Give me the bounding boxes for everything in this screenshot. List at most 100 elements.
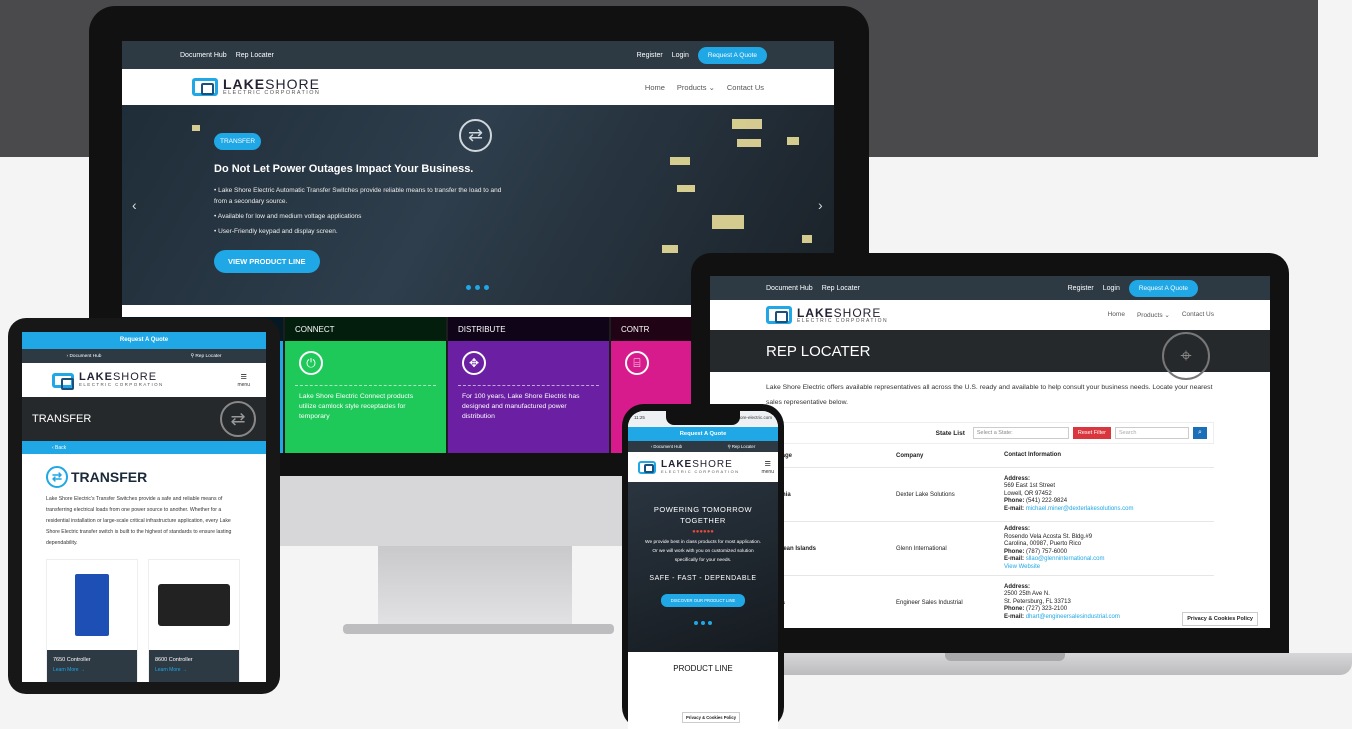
login-link[interactable]: Login [1103,285,1120,292]
prev-slide-icon[interactable]: ‹ [132,197,137,213]
product-image [47,560,137,650]
brand-logo[interactable]: LAKESHORE ELECTRIC CORPORATION [192,77,320,97]
rep-locater-link[interactable]: ⚲ Rep Locater [728,444,756,450]
view-product-line-button[interactable]: VIEW PRODUCT LINE [214,250,320,273]
discover-product-line-button[interactable]: DISCOVER OUR PRODUCT LINE [660,594,746,607]
tile-distribute[interactable]: DISTRIBUTE ✥ For 100 years, Lake Shore E… [448,317,609,453]
brand-logo[interactable]: LAKESHORE ELECTRIC CORPORATION [766,306,888,324]
product-name: 7650 Controller [53,657,91,663]
tablet-topbar: › Document Hub ⚲ Rep Locater [22,349,266,363]
search-input[interactable]: Search [1115,427,1189,439]
desktop-navbar: LAKESHORE ELECTRIC CORPORATION Home Prod… [122,69,834,105]
next-slide-icon[interactable]: › [818,197,823,213]
rep-table: erage Company Contact Information ornia … [766,444,1214,628]
search-icon[interactable]: ⌕ [1193,427,1207,439]
document-hub-link[interactable]: › Document Hub [651,444,682,449]
rating-dots: ●●●●●● [692,529,714,535]
filter-bar: State List Select a State: Reset Filter … [766,422,1214,444]
register-link[interactable]: Register [637,52,663,59]
logo-mark-icon [192,78,218,96]
slider-dots[interactable] [466,285,489,290]
request-quote-button[interactable]: Request A Quote [628,427,778,441]
section-description: Lake Shore Electric's Transfer Switches … [46,496,232,546]
tile-heading: DISTRIBUTE [448,317,609,341]
hero-badge[interactable]: TRANSFER [214,133,262,150]
hero-title: Do Not Let Power Outages Impact Your Bus… [214,163,474,175]
hamburger-menu-icon[interactable]: ≡ menu [761,458,774,475]
request-quote-button[interactable]: Request A Quote [22,332,266,349]
col-contact: Contact Information [1004,451,1061,458]
main-nav: Home Products ⌄ Contact Us [645,83,764,92]
rep-locater-link[interactable]: ⚲ Rep Locater [190,354,221,359]
transfer-icon: ⇄ [459,119,492,152]
privacy-policy-button[interactable]: Privacy & Cookies Policy [1182,612,1258,626]
product-card[interactable]: 8600 Controller Learn More → [148,559,240,682]
tile-connect[interactable]: CONNECT ⏻ Lake Shore Electric Connect pr… [285,317,446,453]
hero-bullet: • Available for low and medium voltage a… [214,213,362,220]
hero-bullet: • User-Friendly keypad and display scree… [214,228,338,235]
hero-text: We provide best in class products for mo… [645,540,761,545]
brand-subtitle: ELECTRIC CORPORATION [223,90,321,97]
privacy-policy-button[interactable]: Privacy & Cookies Policy [682,712,741,723]
state-select[interactable]: Select a State: [972,427,1069,439]
product-name: 8600 Controller [155,657,193,663]
nav-contact[interactable]: Contact Us [1182,311,1214,319]
phone-notch [666,411,740,425]
nav-products[interactable]: Products ⌄ [677,83,715,92]
logo-mark-icon [52,372,74,390]
tile-text: For 100 years, Lake Shore Electric has d… [458,385,599,428]
hamburger-menu-icon[interactable]: ≡ menu [237,371,250,388]
status-time: 11:25 [634,415,645,420]
request-quote-button[interactable]: Request A Quote [697,46,767,64]
main-nav: Home Products ⌄ Contact Us [1108,311,1214,319]
document-hub-link[interactable]: › Document Hub [67,354,102,359]
brand-subtitle: ELECTRIC CORPORATION [79,382,164,388]
document-hub-link[interactable]: Document Hub [766,285,813,292]
table-row: ornia Dexter Lake Solutions Address: 569… [766,468,1214,522]
logo-mark-icon [766,306,792,324]
page-banner: TRANSFER ⇄ [22,397,266,441]
email-link[interactable]: dhart@engineersalesindustrial.com [1026,614,1120,620]
nav-products[interactable]: Products ⌄ [1137,311,1170,319]
brand-subtitle: ELECTRIC CORPORATION [797,317,888,324]
distribute-icon: ✥ [462,351,486,375]
brand-logo[interactable]: LAKESHORE ELECTRIC CORPORATION [638,460,739,474]
phone-screen: 11:25 lake-shore-electric.com Request A … [628,411,778,729]
rep-locater-link[interactable]: Rep Locater [236,52,274,59]
brand-subtitle: ELECTRIC CORPORATION [661,469,740,474]
request-quote-button[interactable]: Request A Quote [1128,279,1198,297]
nav-home[interactable]: Home [1108,311,1125,319]
laptop-navbar: LAKESHORE ELECTRIC CORPORATION Home Prod… [710,300,1270,330]
product-image [149,560,239,650]
monitor-foot [343,624,614,634]
nav-contact[interactable]: Contact Us [727,83,764,92]
page-banner: REP LOCATER ⌖ [710,330,1270,380]
control-icon: ⌸ [625,351,649,375]
register-link[interactable]: Register [1068,285,1094,292]
transfer-icon: ⇄ [220,401,256,437]
page-title: REP LOCATER [766,343,871,360]
transfer-icon: ⇄ [46,466,68,488]
logo-mark-icon [638,460,656,474]
rep-locater-link[interactable]: Rep Locater [822,285,860,292]
hero-bullet: • Lake Shore Electric Automatic Transfer… [214,187,502,205]
document-hub-link[interactable]: Document Hub [180,52,227,59]
learn-more-link[interactable]: Learn More → [53,667,131,673]
product-card[interactable]: 7650 Controller Learn More → [46,559,138,682]
reset-filter-button[interactable]: Reset Filter [1072,427,1111,439]
email-link[interactable]: sllao@glenninternational.com [1026,556,1105,562]
nav-home[interactable]: Home [645,83,665,92]
brand-logo[interactable]: LAKESHORE ELECTRIC CORPORATION [52,372,164,390]
section-title: ⇄ TRANSFER [22,454,266,494]
learn-more-link[interactable]: Learn More → [155,667,233,673]
back-link[interactable]: ‹ Back [22,441,266,454]
laptop-topbar: Document Hub Rep Locater Register Login … [710,276,1270,300]
email-link[interactable]: michael.miner@dexterlakesolutions.com [1026,506,1134,512]
state-list-label: State List [935,429,965,437]
view-website-link[interactable]: View Website [1004,564,1040,570]
phone-hero: POWERING TOMORROW TOGETHER ●●●●●● We pro… [628,482,778,652]
hero-text: Or we will work with you on customized s… [652,549,754,563]
hero-bullets: • Lake Shore Electric Automatic Transfer… [214,185,514,241]
slider-dots[interactable] [628,621,778,625]
login-link[interactable]: Login [672,52,689,59]
